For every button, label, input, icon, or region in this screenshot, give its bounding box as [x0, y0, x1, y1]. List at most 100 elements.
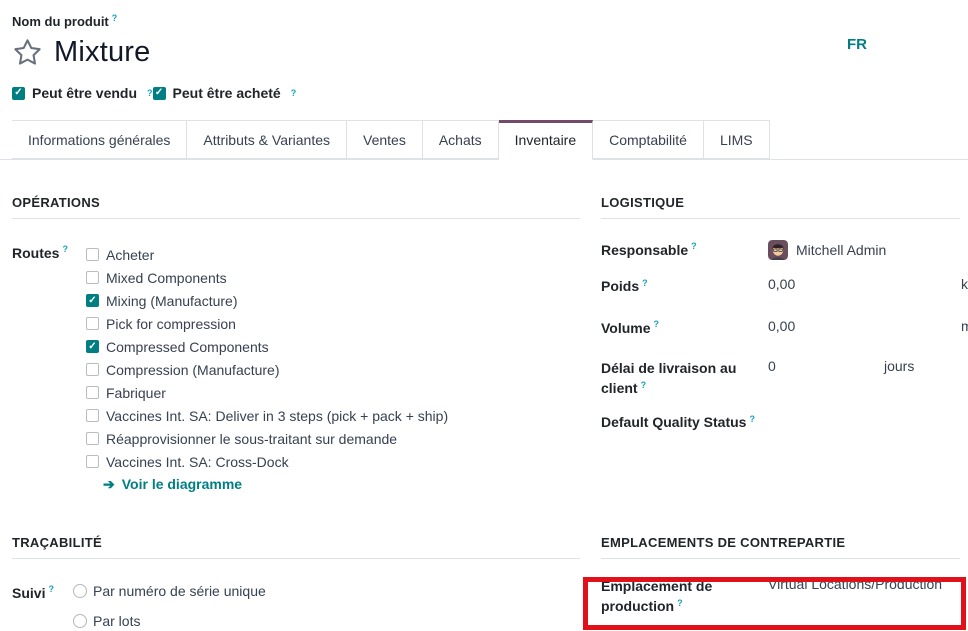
route-label: Fabriquer — [106, 385, 166, 401]
notebook-tab[interactable]: Inventaire — [499, 120, 593, 160]
checkbox-icon[interactable] — [86, 455, 99, 468]
route-checkbox-item[interactable]: Vaccines Int. SA: Deliver in 3 steps (pi… — [86, 404, 448, 427]
checkbox-icon[interactable] — [86, 248, 99, 261]
section-divider — [601, 558, 960, 559]
tab-label: LIMS — [720, 132, 753, 148]
route-checkbox-item[interactable]: Fabriquer — [86, 381, 448, 404]
responsible-label: Responsable? — [601, 240, 768, 260]
checkbox-icon[interactable] — [153, 87, 166, 100]
responsible-value[interactable]: Mitchell Admin — [768, 240, 886, 260]
routes-list-wrap: Acheter Mixed Components Mixing (Manufac… — [86, 243, 448, 473]
help-icon: ? — [48, 584, 54, 594]
volume-unit: m³ — [961, 318, 968, 334]
tab-label: Inventaire — [515, 132, 576, 148]
traceability-section: TRAÇABILITÉ Suivi? Par numéro de série u… — [0, 500, 580, 629]
help-icon: ? — [654, 319, 660, 329]
help-icon: ? — [749, 414, 755, 424]
checkbox-icon[interactable] — [86, 294, 99, 307]
tracking-radio-option[interactable]: Par numéro de série unique — [73, 583, 266, 599]
route-label: Réapprovisionner le sous-traitant sur de… — [106, 431, 397, 447]
product-name-label-text: Nom du produit — [12, 14, 109, 29]
sale-purchase-flags: Peut être vendu? Peut être acheté? — [12, 85, 968, 101]
logistics-title: LOGISTIQUE — [601, 195, 960, 210]
route-checkbox-item[interactable]: Vaccines Int. SA: Cross-Dock — [86, 450, 448, 473]
checkbox-icon[interactable] — [86, 340, 99, 353]
route-checkbox-item[interactable]: Compressed Components — [86, 335, 448, 358]
notebook-tab[interactable]: LIMS — [704, 120, 770, 159]
notebook-tab[interactable]: Achats — [423, 120, 499, 159]
route-label: Vaccines Int. SA: Cross-Dock — [106, 454, 289, 470]
customer-lead-time-unit: jours — [884, 358, 914, 374]
user-avatar — [768, 240, 788, 260]
production-location-label: Emplacement de production? — [601, 576, 768, 617]
radio-icon[interactable] — [73, 584, 87, 598]
routes-label: Routes? — [12, 243, 86, 473]
product-name-label: Nom du produit? — [12, 14, 968, 29]
operations-section: OPÉRATIONS Routes? Acheter — [0, 160, 580, 500]
weight-unit: kg — [961, 276, 968, 292]
product-flag-checkbox[interactable]: Peut être vendu? — [12, 85, 153, 101]
weight-input[interactable]: 0,00 — [768, 276, 795, 292]
tracking-option-label: Par lots — [93, 613, 140, 629]
weight-field: Poids? 0,00 kg — [601, 276, 960, 296]
route-checkbox-item[interactable]: Compression (Manufacture) — [86, 358, 448, 381]
tracking-radio-option[interactable]: Par lots — [73, 613, 266, 629]
routes-field: Routes? Acheter Mixed Components — [12, 243, 580, 473]
routes-list: Acheter Mixed Components Mixing (Manufac… — [86, 243, 448, 473]
section-divider — [601, 218, 960, 219]
counterpart-locations-title: EMPLACEMENTS DE CONTREPARTIE — [601, 535, 960, 550]
notebook-tab[interactable]: Ventes — [347, 120, 423, 159]
help-icon: ? — [677, 598, 683, 608]
view-diagram-link[interactable]: ➔ Voir le diagramme — [103, 476, 580, 492]
customer-lead-time-label-text: Délai de livraison au client — [601, 360, 736, 396]
inventory-tab-content: OPÉRATIONS Routes? Acheter — [0, 160, 968, 629]
flag-label: Peut être vendu — [32, 85, 137, 101]
checkbox-icon[interactable] — [86, 363, 99, 376]
product-flag-checkbox[interactable]: Peut être acheté? — [153, 85, 297, 101]
checkbox-icon[interactable] — [86, 409, 99, 422]
weight-label: Poids? — [601, 276, 768, 296]
route-label: Pick for compression — [106, 316, 236, 332]
checkbox-icon[interactable] — [86, 386, 99, 399]
route-label: Mixing (Manufacture) — [106, 293, 238, 309]
checkbox-icon[interactable] — [86, 317, 99, 330]
tracking-label-text: Suivi — [12, 585, 45, 601]
help-icon: ? — [641, 380, 647, 390]
language-badge[interactable]: FR — [847, 36, 867, 53]
checkbox-icon[interactable] — [86, 271, 99, 284]
production-location-value[interactable]: Virtual Locations/Production — [768, 576, 942, 592]
volume-field: Volume? 0,00 m³ — [601, 318, 960, 338]
default-quality-status-label: Default Quality Status? — [601, 412, 768, 432]
route-checkbox-item[interactable]: Mixing (Manufacture) — [86, 289, 448, 312]
operations-title: OPÉRATIONS — [12, 195, 580, 210]
product-header: Nom du produit? Mixture Peut être vendu?… — [0, 0, 968, 101]
route-label: Vaccines Int. SA: Deliver in 3 steps (pi… — [106, 408, 448, 424]
default-quality-status-label-text: Default Quality Status — [601, 414, 746, 430]
route-checkbox-item[interactable]: Réapprovisionner le sous-traitant sur de… — [86, 427, 448, 450]
view-diagram-label: Voir le diagramme — [122, 476, 242, 492]
notebook-tab[interactable]: Informations générales — [12, 120, 187, 159]
notebook-tab[interactable]: Attributs & Variantes — [187, 120, 347, 159]
product-title[interactable]: Mixture — [54, 36, 150, 69]
volume-input[interactable]: 0,00 — [768, 318, 795, 334]
route-checkbox-item[interactable]: Pick for compression — [86, 312, 448, 335]
route-checkbox-item[interactable]: Mixed Components — [86, 266, 448, 289]
section-divider — [12, 558, 580, 559]
volume-label: Volume? — [601, 318, 768, 338]
weight-label-text: Poids — [601, 278, 639, 294]
route-checkbox-item[interactable]: Acheter — [86, 243, 448, 266]
route-label: Acheter — [106, 247, 154, 263]
checkbox-icon[interactable] — [86, 432, 99, 445]
customer-lead-time-input[interactable]: 0 — [768, 358, 776, 374]
radio-icon[interactable] — [73, 614, 87, 628]
help-icon: ? — [112, 13, 118, 23]
notebook-tabbar: Informations générales Attributs & Varia… — [0, 120, 968, 160]
flag-label: Peut être acheté — [173, 85, 281, 101]
notebook-tab[interactable]: Comptabilité — [593, 120, 704, 159]
favorite-star-icon[interactable] — [12, 37, 43, 68]
default-quality-status-field: Default Quality Status? — [601, 412, 960, 432]
logistics-section: LOGISTIQUE Responsable? Mitchell A — [580, 160, 968, 500]
route-label: Compressed Components — [106, 339, 269, 355]
counterpart-locations-section: EMPLACEMENTS DE CONTREPARTIE Emplacement… — [580, 500, 968, 629]
checkbox-icon[interactable] — [12, 87, 25, 100]
